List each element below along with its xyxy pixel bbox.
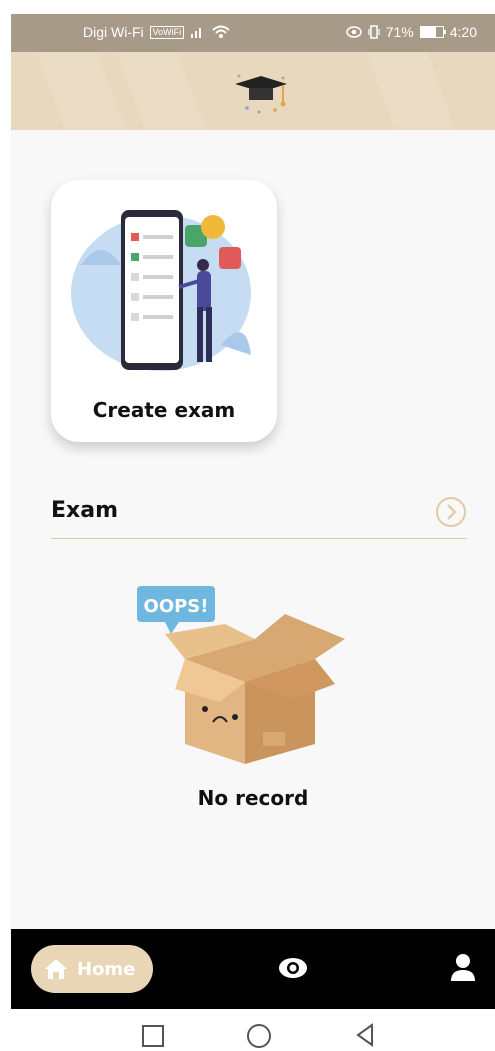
app-screen: Digi Wi-Fi VoWiFi 71% 4:20 Create exam E…: [0, 0, 495, 1051]
empty-box-illustration: OOPS!: [137, 586, 345, 764]
app-header: [11, 52, 495, 130]
status-left: Digi Wi-Fi VoWiFi: [83, 24, 230, 40]
signal-icon: [191, 28, 202, 38]
vibrate-icon: [368, 25, 380, 39]
create-exam-card[interactable]: Create exam: [51, 180, 277, 442]
status-right: 71% 4:20: [345, 24, 477, 40]
home-tab[interactable]: Home: [31, 945, 153, 993]
time-text: 4:20: [449, 24, 477, 40]
eye-status-icon: [345, 26, 362, 38]
bottom-navigation: Home: [11, 929, 495, 1009]
battery-text: 71%: [385, 24, 414, 40]
home-icon: [45, 959, 67, 979]
exam-checklist-illustration: [71, 210, 251, 371]
eye-icon[interactable]: [277, 955, 309, 981]
graduation-cap-icon: [235, 74, 287, 114]
volte-badge: VoWiFi: [149, 25, 185, 39]
user-icon[interactable]: [449, 953, 477, 983]
main-content: Create exam Exam OOPS! No record: [11, 130, 495, 930]
create-exam-label: Create exam: [92, 398, 236, 422]
no-record-text: No record: [197, 786, 309, 810]
recents-button[interactable]: [142, 1025, 164, 1047]
status-bar: Digi Wi-Fi VoWiFi 71% 4:20: [11, 14, 495, 52]
oops-text: OOPS!: [144, 596, 209, 617]
home-system-button[interactable]: [247, 1024, 271, 1048]
wifi-icon: [212, 25, 230, 38]
home-tab-label: Home: [77, 958, 136, 980]
carrier-text: Digi Wi-Fi: [83, 24, 144, 40]
exam-section-title: Exam: [51, 498, 118, 523]
back-triangle-icon[interactable]: [354, 1023, 376, 1047]
chevron-right-circle-icon[interactable]: [435, 496, 467, 528]
system-navigation-bar: [0, 1009, 495, 1051]
battery-icon: [419, 26, 446, 38]
exam-section-header: Exam: [51, 492, 467, 539]
